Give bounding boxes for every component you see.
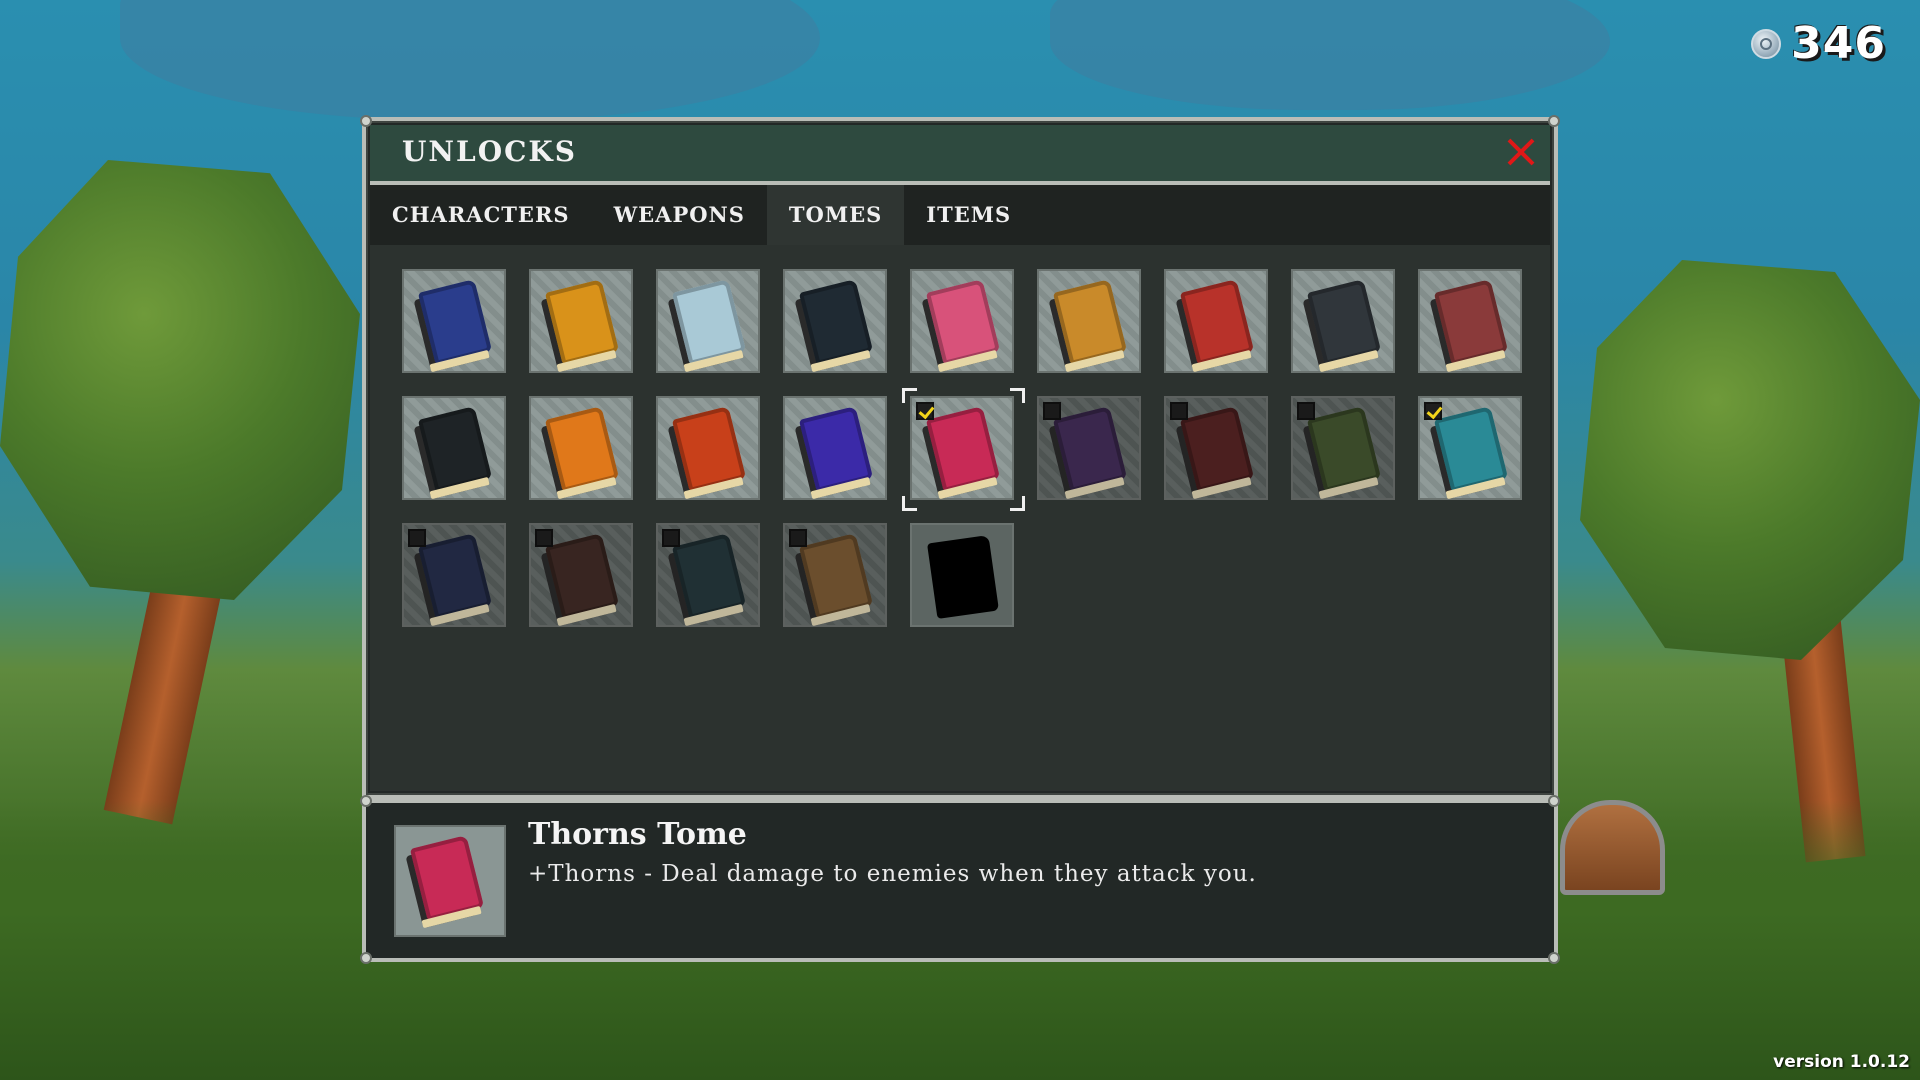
version-label: version 1.0.12 [1773,1052,1910,1072]
tome-slot[interactable] [1037,396,1141,500]
tab-items[interactable]: ITEMS [904,185,1033,245]
selected-tome-icon [394,825,506,937]
gold-tome-icon [544,279,620,365]
selected-tome-name: Thorns Tome [528,817,747,852]
selection-corner [1010,496,1025,511]
night-tome-icon [417,533,493,619]
tome-slot[interactable] [1037,269,1141,373]
selection-corner [902,496,917,511]
frame-stud [360,115,372,127]
thorns-tome-icon [925,406,1001,492]
tome-slot[interactable] [910,396,1014,500]
tome-info-panel: Thorns Tome +Thorns - Deal damage to ene… [362,799,1558,962]
tome-slot[interactable] [910,523,1014,627]
title-bar: UNLOCKS [370,125,1550,185]
golden-rune-tome-icon [1052,279,1128,365]
heart-tome-icon [1433,279,1509,365]
checkbox-empty-icon [1170,402,1188,420]
leaf-tome-icon [544,533,620,619]
checkbox-empty-icon [535,529,553,547]
selected-tome-description: +Thorns - Deal damage to enemies when th… [528,861,1257,887]
tome-grid [370,245,1550,791]
tome-slot[interactable] [529,396,633,500]
unlocks-main-panel: UNLOCKS CHARACTERS WEAPONS TOMES ITEMS [362,117,1558,799]
cloud [120,0,820,120]
crystal-tome-icon [671,533,747,619]
tab-characters[interactable]: CHARACTERS [370,185,592,245]
tome-slot[interactable] [1291,269,1395,373]
tab-tomes[interactable]: TOMES [766,185,905,245]
selection-corner [1010,388,1025,403]
tome-slot[interactable] [783,269,887,373]
tree [0,160,360,600]
tome-slot[interactable] [402,396,506,500]
tome-slot[interactable] [1418,396,1522,500]
pink-tome-icon [925,279,1001,365]
tome-slot[interactable] [402,523,506,627]
window-title: UNLOCKS [402,135,577,168]
arcane-tome-icon [798,406,874,492]
chest [1560,800,1665,895]
tome-slot[interactable] [529,523,633,627]
unlocks-window: UNLOCKS CHARACTERS WEAPONS TOMES ITEMS T… [360,115,1560,964]
tome-slot[interactable] [656,396,760,500]
red-claw-tome-icon [1179,279,1255,365]
fire-tome-icon [671,406,747,492]
ice-tome-icon [671,279,747,365]
tome-slot[interactable] [783,523,887,627]
silver-coin-icon [1751,28,1782,59]
frame-stud [1548,952,1560,964]
tree [1580,260,1920,660]
currency-display: 346 [1751,18,1886,69]
teal-tome-icon [1433,406,1509,492]
tiki-tome-icon [798,533,874,619]
tome-slot[interactable] [656,523,760,627]
frame-stud [1548,115,1560,127]
eye-tome-icon [798,279,874,365]
serpent-tome-icon [1306,279,1382,365]
tome-slot[interactable] [1291,396,1395,500]
selection-corner [902,388,917,403]
blue-arrow-tome-icon [417,279,493,365]
checkbox-empty-icon [662,529,680,547]
cloud [1050,0,1610,110]
checkbox-empty-icon [789,529,807,547]
purple-spiral-tome-icon [1052,406,1128,492]
tome-slot[interactable] [656,269,760,373]
tome-slot[interactable] [1418,269,1522,373]
nature-tome-icon [1306,406,1382,492]
tome-slot[interactable] [1164,269,1268,373]
tome-slot[interactable] [910,269,1014,373]
black-tome-icon [417,406,493,492]
frame-stud [1548,795,1560,807]
frame-stud [360,795,372,807]
hidden-tome-icon [927,535,999,619]
blood-tome-icon [1179,406,1255,492]
tome-slot[interactable] [783,396,887,500]
tab-bar: CHARACTERS WEAPONS TOMES ITEMS [370,185,1550,245]
frame-stud [360,952,372,964]
close-icon[interactable] [1506,137,1536,167]
orange-glyph-tome-icon [544,406,620,492]
tome-slot[interactable] [402,269,506,373]
tome-slot[interactable] [529,269,633,373]
checkbox-checked-icon [1424,402,1442,420]
checkbox-checked-icon [916,402,934,420]
tab-weapons[interactable]: WEAPONS [592,185,767,245]
tome-slot[interactable] [1164,396,1268,500]
checkbox-empty-icon [1297,402,1315,420]
thorns-tome-icon [409,835,485,921]
currency-value: 346 [1791,18,1886,69]
checkbox-empty-icon [408,529,426,547]
checkbox-empty-icon [1043,402,1061,420]
